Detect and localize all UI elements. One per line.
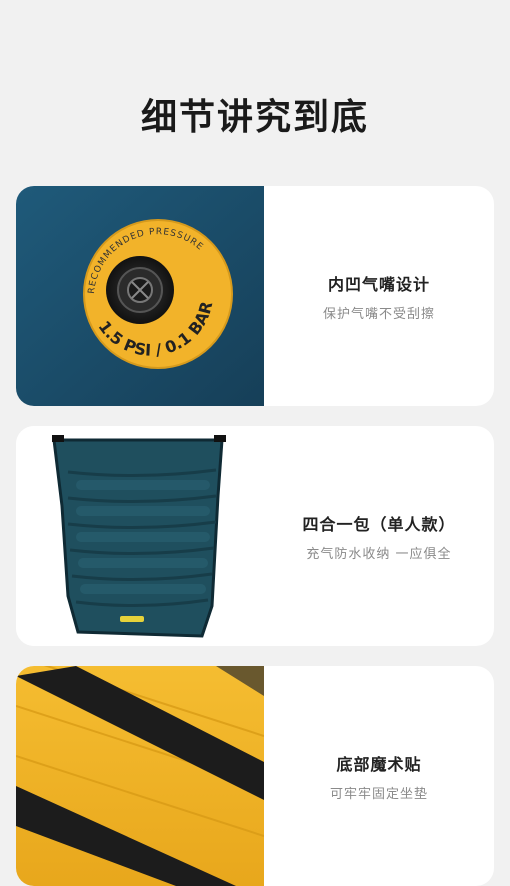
card-subtitle: 保护气嘴不受刮擦 [322,306,435,322]
feature-card-velcro: 底部魔术贴 可牢牢固定坐垫 [16,666,494,886]
card-title: 四合一包（单人款） [302,514,456,534]
feature-card-bag: 四合一包（单人款） 充气防水收纳 一应俱全 [16,426,494,646]
card-title: 底部魔术贴 [336,754,422,774]
velcro-image [16,666,264,886]
page-title: 细节讲究到底 [140,97,369,138]
card-subtitle: 充气防水收纳 一应俱全 [306,546,452,562]
valve-image: RECOMMENDED PRESSURE 1.5 PSI / 0.1 BAR [16,186,264,406]
bag-image [16,426,264,646]
valve-icon [106,256,174,324]
card-subtitle: 可牢牢固定坐垫 [329,786,428,802]
card-title: 内凹气嘴设计 [327,274,430,294]
feature-card-valve: RECOMMENDED PRESSURE 1.5 PSI / 0.1 BAR 内… [16,186,494,406]
